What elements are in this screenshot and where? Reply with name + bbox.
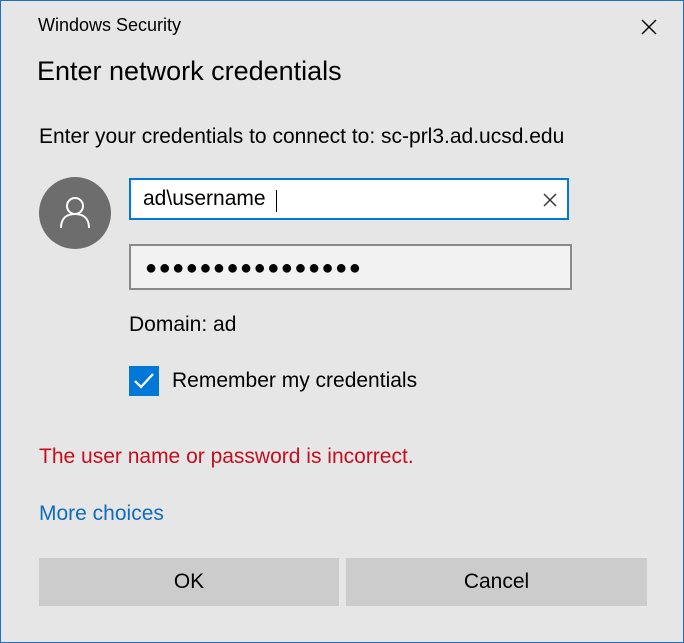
username-field[interactable] [129,178,569,220]
close-button[interactable] [637,15,661,39]
window-title: Windows Security [38,15,182,35]
password-field[interactable]: ●●●●●●●●●●●●●●●● [129,244,572,290]
connect-target-text: Enter your credentials to connect to: sc… [39,125,565,148]
windows-security-dialog: Windows Security Enter network credentia… [0,0,684,643]
error-message: The user name or password is incorrect. [39,445,414,468]
domain-text: Domain: ad [129,313,237,336]
clear-icon [543,193,557,207]
checkmark-icon [134,373,154,389]
remember-credentials-label[interactable]: Remember my credentials [172,369,417,393]
ok-button[interactable]: OK [39,558,339,606]
text-caret [276,190,277,212]
dialog-heading: Enter network credentials [37,56,342,86]
password-masked-value: ●●●●●●●●●●●●●●●● [145,257,363,279]
remember-credentials-checkbox[interactable] [129,366,159,396]
clear-username-button[interactable] [541,191,559,209]
avatar [39,177,111,249]
username-input[interactable] [143,185,523,213]
cancel-button[interactable]: Cancel [346,558,647,606]
more-choices-link[interactable]: More choices [39,502,164,526]
user-icon [60,197,90,229]
close-icon [641,19,657,35]
